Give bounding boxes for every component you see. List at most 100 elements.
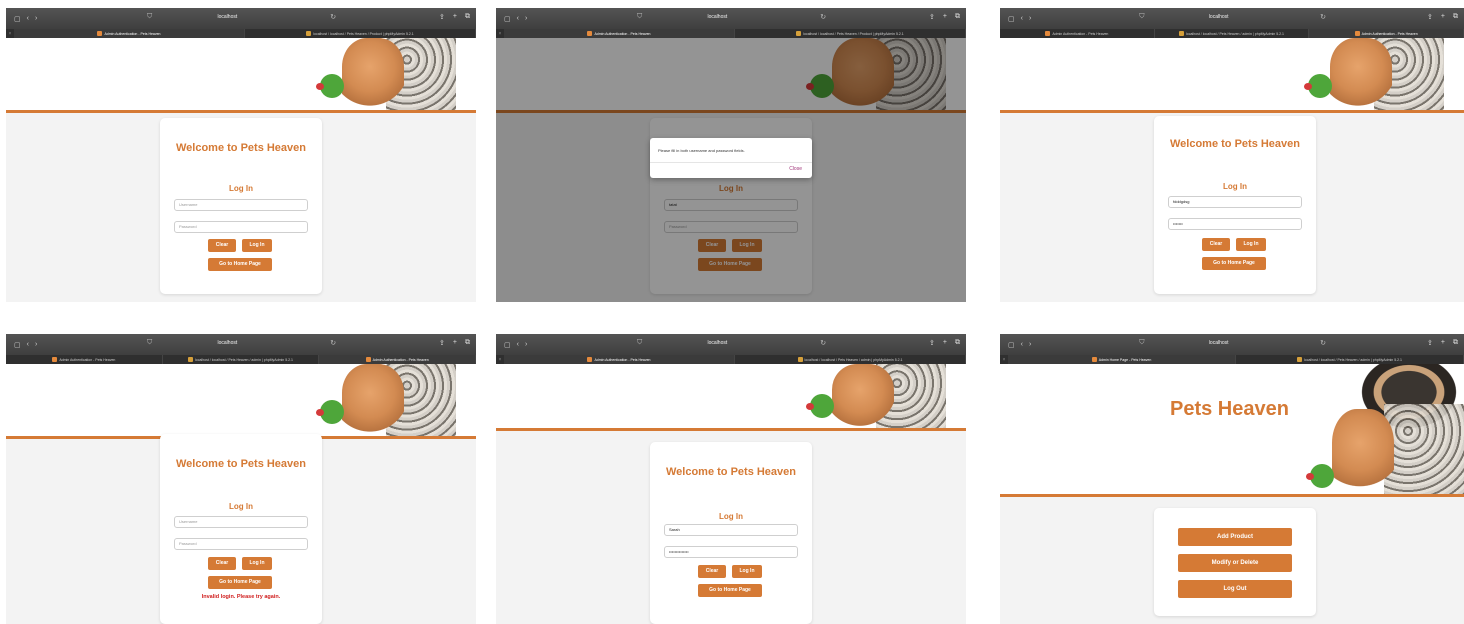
clear-button[interactable]: Clear	[208, 557, 236, 570]
favicon-icon	[587, 31, 593, 36]
back-icon[interactable]: ‹	[1021, 341, 1023, 349]
sidebar-icon[interactable]: ▢	[1008, 341, 1015, 349]
back-icon[interactable]: ‹	[1021, 15, 1023, 23]
home-page-button[interactable]: Go to Home Page	[208, 576, 272, 589]
tab-login[interactable]: Admin Authentication - Pets Heaven	[504, 29, 735, 38]
forward-icon[interactable]: ›	[1029, 15, 1031, 23]
login-button[interactable]: Log In	[732, 565, 762, 578]
login-button[interactable]: Log In	[242, 239, 272, 252]
close-icon[interactable]: ×	[6, 29, 14, 38]
tab-phpmyadmin[interactable]: localhost / localhost / Pets Heaven / ad…	[1155, 29, 1310, 38]
add-product-button[interactable]: Add Product	[1178, 528, 1292, 546]
password-input[interactable]: Password	[174, 221, 308, 233]
address-bar[interactable]: localhost	[218, 340, 238, 346]
tab-login-active[interactable]: Admin Authentication - Pets Heaven	[1309, 29, 1464, 38]
tabs-overview-icon[interactable]: ⧉	[1453, 339, 1458, 347]
sidebar-icon[interactable]: ▢	[1008, 15, 1015, 23]
share-icon[interactable]: ⇪	[439, 339, 445, 347]
clear-button[interactable]: Clear	[698, 565, 726, 578]
address-bar[interactable]: localhost	[1209, 14, 1229, 20]
pets-banner-image	[306, 38, 456, 110]
tab-login[interactable]: Admin Authentication - Pets Heaven	[1000, 29, 1155, 38]
close-icon[interactable]: ×	[496, 355, 504, 364]
address-bar[interactable]: localhost	[1209, 340, 1229, 346]
new-tab-icon[interactable]: +	[453, 13, 457, 21]
tab-phpmyadmin[interactable]: localhost / localhost / Pets Heaven / Pr…	[735, 29, 966, 38]
address-bar[interactable]: localhost	[218, 14, 238, 20]
tab-phpmyadmin[interactable]: localhost / localhost / Pets Heaven / ad…	[163, 355, 320, 364]
modify-delete-button[interactable]: Modify or Delete	[1178, 554, 1292, 572]
login-button[interactable]: Log In	[1236, 238, 1266, 251]
back-icon[interactable]: ‹	[27, 15, 29, 23]
tab-login-active[interactable]: Admin Authentication - Pets Heaven	[319, 355, 476, 364]
username-input[interactable]: Username	[174, 199, 308, 211]
password-input[interactable]: ••••••••••••••	[664, 546, 798, 558]
tab-phpmyadmin[interactable]: localhost / localhost / Pets Heaven / ad…	[735, 355, 966, 364]
password-input[interactable]: •••••••	[1168, 218, 1302, 230]
tab-login[interactable]: Admin Authentication - Pets Heaven	[504, 355, 735, 364]
forward-icon[interactable]: ›	[525, 341, 527, 349]
tab-bar: × Admin Home Page - Pets Heaven localhos…	[1000, 355, 1464, 364]
share-icon[interactable]: ⇪	[929, 339, 935, 347]
new-tab-icon[interactable]: +	[453, 339, 457, 347]
password-input[interactable]: Password	[174, 538, 308, 550]
login-card: Welcome to Pets Heaven Log In Sarah ••••…	[650, 442, 812, 624]
reload-icon[interactable]: ↻	[1320, 339, 1326, 347]
clear-button[interactable]: Clear	[1202, 238, 1230, 251]
close-button[interactable]: Close	[789, 166, 802, 172]
username-input[interactable]: Username	[174, 516, 308, 528]
sidebar-icon[interactable]: ▢	[14, 15, 21, 23]
screenshot-admin-home: ▢ ‹ › ⛉ localhost ↻ ⇪ + ⧉ × Admin Home Page …	[1000, 334, 1464, 624]
tabs-overview-icon[interactable]: ⧉	[955, 339, 960, 347]
tab-phpmyadmin[interactable]: localhost / localhost / Pets Heaven / Pr…	[245, 29, 476, 38]
browser-toolbar: ▢ ‹ › ⛉ localhost ↻ ⇪ + ⧉	[1000, 334, 1464, 355]
share-icon[interactable]: ⇪	[929, 13, 935, 21]
new-tab-icon[interactable]: +	[1441, 13, 1445, 21]
home-page-button[interactable]: Go to Home Page	[208, 258, 272, 271]
close-icon[interactable]: ×	[1000, 355, 1008, 364]
username-input[interactable]: fdddgdsg	[1168, 196, 1302, 208]
tabs-overview-icon[interactable]: ⧉	[465, 339, 470, 347]
tab-login[interactable]: Admin Authentication - Pets Heaven	[14, 29, 245, 38]
sidebar-icon[interactable]: ▢	[504, 15, 511, 23]
reload-icon[interactable]: ↻	[330, 13, 336, 21]
share-icon[interactable]: ⇪	[1427, 13, 1433, 21]
new-tab-icon[interactable]: +	[1441, 339, 1445, 347]
back-icon[interactable]: ‹	[517, 15, 519, 23]
reload-icon[interactable]: ↻	[330, 339, 336, 347]
sidebar-icon[interactable]: ▢	[504, 341, 511, 349]
address-bar[interactable]: localhost	[708, 14, 728, 20]
forward-icon[interactable]: ›	[35, 15, 37, 23]
forward-icon[interactable]: ›	[525, 15, 527, 23]
reload-icon[interactable]: ↻	[820, 13, 826, 21]
screenshot-login-empty: ▢ ‹ › ⛉ localhost ↻ ⇪ + ⧉ × Admin Authentica…	[6, 8, 476, 302]
forward-icon[interactable]: ›	[35, 341, 37, 349]
shield-icon: ⛉	[147, 13, 153, 20]
reload-icon[interactable]: ↻	[1320, 13, 1326, 21]
address-bar[interactable]: localhost	[708, 340, 728, 346]
close-icon[interactable]: ×	[496, 29, 504, 38]
home-page-button[interactable]: Go to Home Page	[698, 584, 762, 597]
home-page-button[interactable]: Go to Home Page	[1202, 257, 1266, 270]
tab-phpmyadmin[interactable]: localhost / localhost / Pets Heaven / ad…	[1236, 355, 1464, 364]
share-icon[interactable]: ⇪	[439, 13, 445, 21]
sidebar-icon[interactable]: ▢	[14, 341, 21, 349]
tabs-overview-icon[interactable]: ⧉	[465, 13, 470, 21]
logout-button[interactable]: Log Out	[1178, 580, 1292, 598]
tab-home[interactable]: Admin Home Page - Pets Heaven	[1008, 355, 1236, 364]
tabs-overview-icon[interactable]: ⧉	[955, 13, 960, 21]
reload-icon[interactable]: ↻	[820, 339, 826, 347]
tab-login[interactable]: Admin Authentication - Pets Heaven	[6, 355, 163, 364]
login-button[interactable]: Log In	[242, 557, 272, 570]
back-icon[interactable]: ‹	[27, 341, 29, 349]
new-tab-icon[interactable]: +	[943, 339, 947, 347]
share-icon[interactable]: ⇪	[1427, 339, 1433, 347]
back-icon[interactable]: ‹	[517, 341, 519, 349]
tab-bar: × Admin Authentication - Pets Heaven loc…	[496, 29, 966, 38]
forward-icon[interactable]: ›	[1029, 341, 1031, 349]
new-tab-icon[interactable]: +	[943, 13, 947, 21]
clear-button[interactable]: Clear	[208, 239, 236, 252]
welcome-heading: Welcome to Pets Heaven	[1169, 138, 1300, 150]
username-input[interactable]: Sarah	[664, 524, 798, 536]
tabs-overview-icon[interactable]: ⧉	[1453, 13, 1458, 21]
